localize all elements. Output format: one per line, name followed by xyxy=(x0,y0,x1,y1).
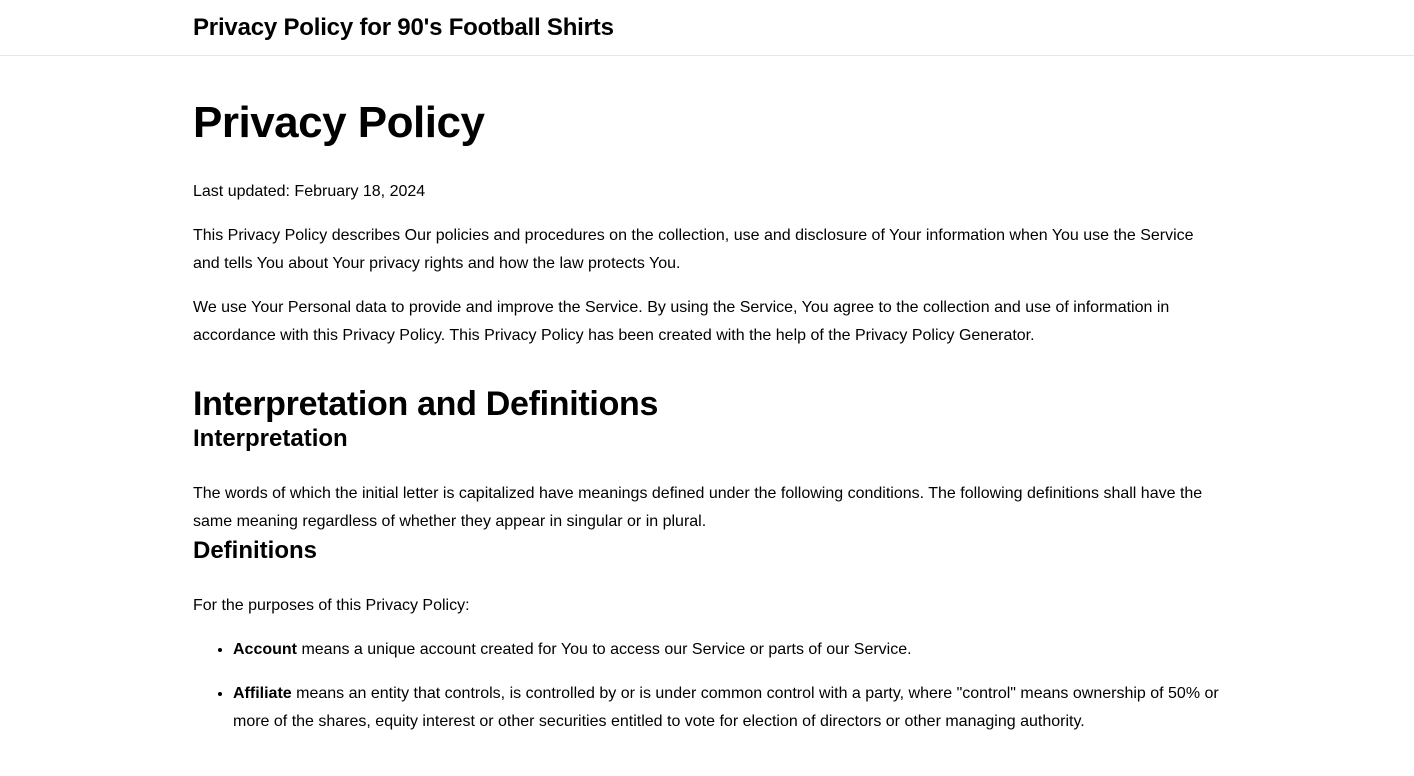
definitions-list: Account means a unique account created f… xyxy=(193,636,1221,736)
last-updated-text: Last updated: February 18, 2024 xyxy=(193,183,426,200)
page-title: Privacy Policy xyxy=(193,98,485,147)
definition-text: means an entity that controls, is contro… xyxy=(233,685,1219,730)
definition-text: means a unique account created for You t… xyxy=(297,641,912,658)
subheading-definitions: Definitions xyxy=(193,537,317,564)
site-title: Privacy Policy for 90's Football Shirts xyxy=(193,14,614,41)
subheading-interpretation: Interpretation xyxy=(193,425,348,452)
definitions-intro: For the purposes of this Privacy Policy: xyxy=(193,597,470,614)
definition-term: Affiliate xyxy=(233,685,292,702)
site-header: Privacy Policy for 90's Football Shirts xyxy=(0,0,1414,56)
section-title-interpretation-definitions: Interpretation and Definitions xyxy=(193,385,659,423)
definition-term: Account xyxy=(233,641,297,658)
definition-item-affiliate: Affiliate means an entity that controls,… xyxy=(233,680,1221,736)
site-header-inner: Privacy Policy for 90's Football Shirts xyxy=(193,0,1221,43)
intro-paragraph-2: We use Your Personal data to provide and… xyxy=(193,299,1170,344)
interpretation-paragraph: The words of which the initial letter is… xyxy=(193,485,1203,530)
intro-paragraph-1: This Privacy Policy describes Our polici… xyxy=(193,227,1194,272)
main-content: Privacy Policy Last updated: February 18… xyxy=(193,56,1221,736)
definition-item-account: Account means a unique account created f… xyxy=(233,636,1221,664)
